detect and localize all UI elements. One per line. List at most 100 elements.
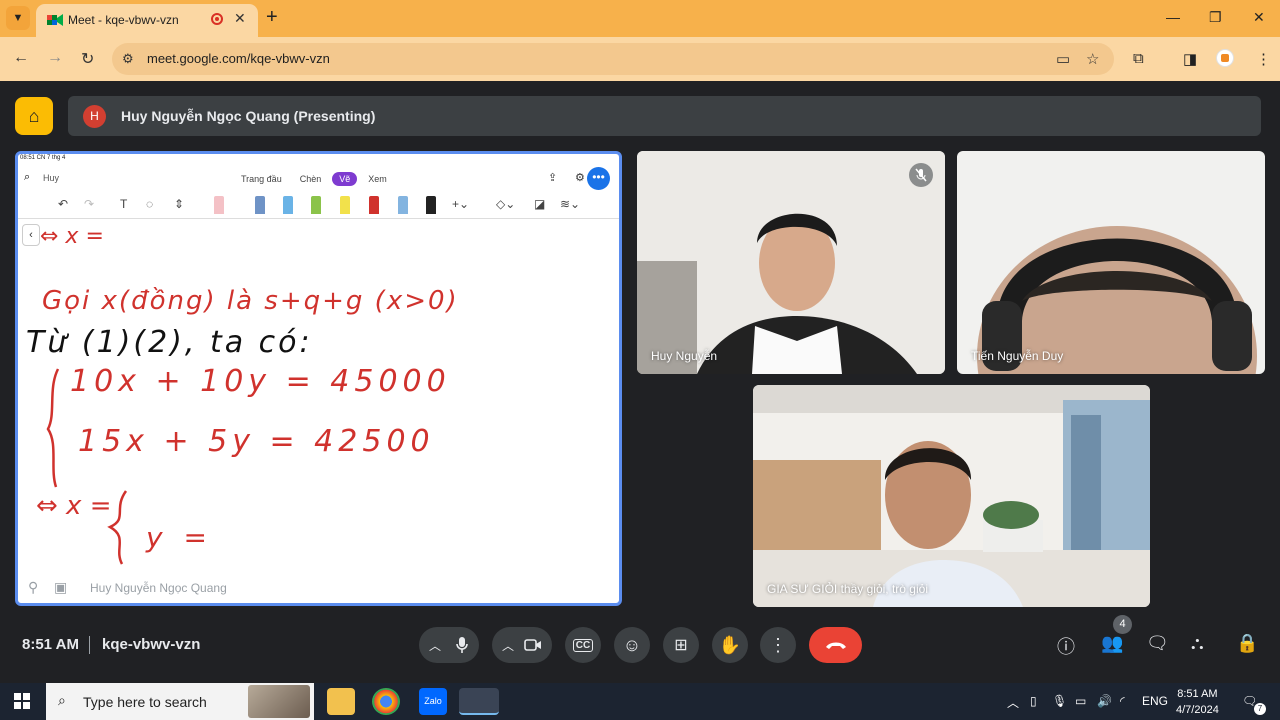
browser-tab-strip: ▼ Meet - kqe-vbwv-vzn ✕ + — ❐ ✕ [0, 0, 1280, 37]
raise-hand-button[interactable]: ✋ [712, 627, 748, 663]
insert-space-icon: ⇕ [174, 197, 185, 211]
taskbar-search-box[interactable]: ⌕ Type here to search [46, 683, 314, 720]
add-pen-icon: +⌄ [452, 197, 470, 211]
participant-tile-2[interactable]: Tiến Nguyễn Duy [957, 151, 1265, 374]
microphone-button[interactable]: ︿ [419, 627, 479, 663]
audio-options-chevron-icon[interactable]: ︿ [429, 637, 441, 654]
people-icon[interactable]: 👥 [1101, 633, 1123, 654]
windows-start-icon[interactable] [14, 693, 30, 709]
ink-brace-2 [107, 490, 128, 565]
new-tab-button[interactable]: + [266, 7, 278, 27]
show-hidden-icons-icon[interactable]: ︿ [1007, 694, 1019, 711]
hang-up-icon [825, 642, 846, 649]
microphone-icon [456, 637, 468, 653]
drawing-toolbar: ↶ ↷ T ◌ ⇕ +⌄ ◇⌄ ◪ ≋⌄ [18, 193, 619, 219]
pen-yellow-icon [340, 196, 350, 214]
meeting-time: 8:51 AM [22, 636, 79, 653]
ink-line-5: 15x + 5y = 42500 [78, 424, 435, 459]
zalo-icon[interactable]: Zalo [419, 688, 447, 715]
presenter-name-watermark: Huy Nguyễn Ngọc Quang [90, 581, 227, 595]
ink-line-1: ⇔ x = [40, 224, 104, 249]
more-options-icon: ••• [587, 167, 610, 190]
reload-icon[interactable]: ↻ [81, 49, 94, 69]
close-window-icon[interactable]: ✕ [1253, 9, 1265, 26]
more-options-button[interactable]: ⋮ [760, 627, 796, 663]
tab-chen: Chèn [299, 174, 322, 184]
extensions-icon[interactable]: ⧉ [1133, 50, 1144, 67]
activities-icon[interactable]: ⛬ [1191, 633, 1204, 654]
volume-icon[interactable]: 🔊 [1097, 694, 1112, 708]
minimize-window-icon[interactable]: — [1166, 9, 1180, 25]
participant-name-3: GIA SƯ GIỎI thầy giỏi, trò giỏi [767, 582, 928, 596]
participant-count-badge: 4 [1113, 615, 1132, 634]
pen-red-icon [369, 196, 379, 214]
settings-icon: ⚙ [575, 172, 585, 184]
present-button[interactable]: ⊞ [663, 627, 699, 663]
input-language[interactable]: ENG [1142, 694, 1168, 708]
pen-green-icon [311, 196, 321, 214]
search-highlight-image [248, 685, 310, 718]
file-explorer-icon[interactable] [327, 688, 355, 715]
windows-taskbar: ⌕ Type here to search Zalo ︿ ▯ 🎙 ▭ 🔊 ◜ E… [0, 683, 1280, 720]
tab-search-button[interactable]: ▼ [6, 6, 30, 30]
restore-window-icon[interactable]: ❐ [1209, 9, 1222, 26]
camera-button[interactable]: ︿ [492, 627, 552, 663]
video-options-chevron-icon[interactable]: ︿ [502, 637, 514, 654]
participant-name-1: Huy Nguyễn [651, 349, 718, 363]
profile-avatar[interactable] [1216, 49, 1234, 67]
host-controls-icon[interactable]: 🔒 [1236, 633, 1258, 654]
presenting-banner: H Huy Nguyễn Ngọc Quang (Presenting) [68, 96, 1261, 136]
participant-video-3 [753, 385, 1150, 607]
meet-companion-icon[interactable]: ⌂ [15, 97, 53, 135]
battery-icon[interactable]: ▭ [1075, 694, 1086, 708]
chat-icon[interactable]: 🗨 [1146, 633, 1169, 654]
bookmark-star-icon[interactable]: ☆ [1086, 50, 1099, 68]
meeting-code: kqe-vbwv-vzn [102, 636, 201, 653]
ink-line-2: Gọi x(đồng) là s+q+g (x>0) [42, 286, 459, 316]
back-icon[interactable]: ← [13, 49, 29, 67]
side-panel-icon[interactable]: ◨ [1183, 50, 1197, 68]
sticky-note-icon: ◪ [534, 197, 546, 211]
search-icon: ⌕ [58, 692, 66, 708]
participant-tile-1[interactable]: Huy Nguyễn [637, 151, 945, 374]
participant-video-2 [957, 151, 1265, 374]
site-info-icon[interactable]: ⚙ [122, 51, 134, 67]
chrome-menu-icon[interactable]: ⋮ [1256, 50, 1271, 68]
address-bar[interactable]: ⚙ meet.google.com/kqe-vbwv-vzn ▭ ☆ [112, 43, 1114, 75]
shapes-icon: ◇⌄ [496, 197, 516, 211]
taskbar-clock[interactable]: 8:51 AM 4/7/2024 [1176, 686, 1219, 718]
format-icon: ≋⌄ [560, 197, 581, 211]
device-status-bar: 08:51 CN 7 thg 4 [20, 155, 66, 161]
shared-screen: 08:51 CN 7 thg 4 ⌕ Huy Trang đầu Chèn Vẽ… [15, 151, 622, 606]
browser-toolbar: ← → ↻ ⚙ meet.google.com/kqe-vbwv-vzn ▭ ☆… [0, 37, 1280, 81]
mic-tray-icon[interactable]: 🎙 [1052, 694, 1067, 708]
browser-tab-meet[interactable]: Meet - kqe-vbwv-vzn ✕ [36, 4, 258, 37]
meet-tray-icon[interactable]: ▯ [1030, 694, 1037, 708]
participant-video-1 [637, 151, 945, 374]
meeting-details-icon[interactable]: ⓘ [1057, 633, 1075, 659]
tab-trang-dau: Trang đầu [241, 174, 282, 184]
forward-icon[interactable]: → [47, 49, 63, 67]
participant-name-2: Tiến Nguyễn Duy [971, 349, 1064, 363]
hand-icon: ✋ [718, 634, 742, 655]
chrome-active-icon[interactable] [459, 688, 499, 715]
close-tab-icon[interactable]: ✕ [234, 10, 246, 27]
participant-tile-3[interactable]: GIA SƯ GIỎI thầy giỏi, trò giỏi [753, 385, 1150, 607]
pin-icon[interactable]: ⚲ [28, 579, 38, 596]
pen-black-icon [426, 196, 436, 214]
search-placeholder: Type here to search [83, 694, 207, 710]
captions-button[interactable]: CC [565, 627, 601, 663]
muted-mic-icon [909, 163, 933, 187]
wifi-icon[interactable]: ◜ [1120, 694, 1125, 708]
camera-in-use-icon[interactable]: ▭ [1056, 50, 1070, 68]
ink-line-4: 10x + 10y = 45000 [70, 364, 451, 399]
share-icon: ⇪ [548, 172, 558, 184]
ink-brace-1 [46, 368, 60, 488]
collapse-panel-icon: ‹ [22, 224, 40, 246]
chrome-icon[interactable] [372, 688, 400, 715]
screen-options-icon[interactable]: ▣ [54, 579, 67, 596]
reactions-button[interactable]: ☺ [614, 627, 650, 663]
pen-blue-icon [255, 196, 265, 214]
eraser-icon [214, 196, 224, 214]
leave-call-button[interactable] [809, 627, 862, 663]
